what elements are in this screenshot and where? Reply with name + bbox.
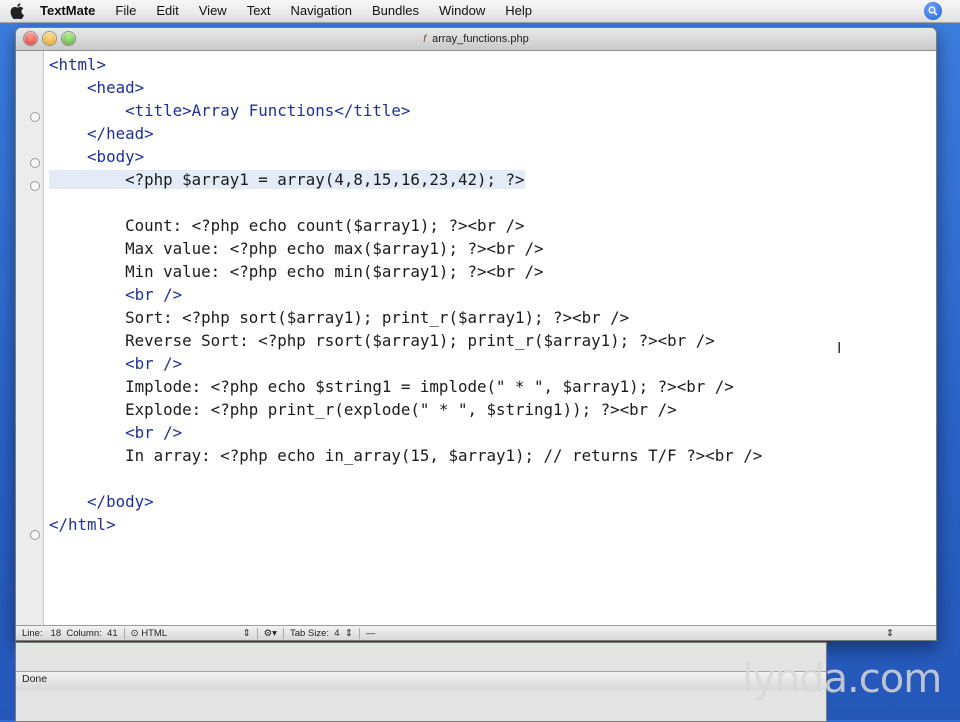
- code-line: Implode: <?php echo $string1 = implode("…: [49, 375, 734, 398]
- bundle-popup[interactable]: ⚙ ▾: [258, 628, 283, 639]
- tab-size-label: Tab Size:: [289, 628, 330, 639]
- tab-size-popup[interactable]: Tab Size: 4 ⇕: [284, 628, 359, 639]
- menu-view[interactable]: View: [189, 0, 237, 22]
- code-line-text: Implode: <?php echo $string1 = implode("…: [49, 377, 734, 396]
- fold-marker-icon[interactable]: [30, 112, 40, 122]
- lynda-logo: lynda.com: [742, 656, 942, 702]
- code-line: In array: <?php echo in_array(15, $array…: [49, 444, 762, 467]
- apple-icon[interactable]: [0, 3, 34, 19]
- code-line-text: <br />: [49, 354, 183, 373]
- titlebar[interactable]: f array_functions.php: [16, 28, 936, 51]
- code-line: Sort: <?php sort($array1); print_r($arra…: [49, 306, 629, 329]
- code-line-text: <head>: [49, 78, 145, 97]
- code-line: <?php $array1 = array(4,8,15,16,23,42); …: [49, 168, 525, 191]
- code-line: </head>: [49, 122, 154, 145]
- code-line-text: Count: <?php echo count($array1); ?><br …: [49, 216, 525, 235]
- code-line: Explode: <?php print_r(explode(" * ", $s…: [49, 398, 677, 421]
- code-line-text: <body>: [49, 147, 145, 166]
- menu-edit[interactable]: Edit: [146, 0, 188, 22]
- code-line-text: Reverse Sort: <?php rsort($array1); prin…: [49, 331, 715, 350]
- code-line: <head>: [49, 76, 144, 99]
- menu-app[interactable]: TextMate: [34, 0, 105, 22]
- code-line-text: Sort: <?php sort($array1); print_r($arra…: [49, 308, 630, 327]
- menu-window[interactable]: Window: [429, 0, 495, 22]
- column-label: Column:: [66, 628, 102, 639]
- language-popup[interactable]: ⊙ HTML ⇕: [125, 628, 257, 639]
- code-line-text: Min value: <?php echo min($array1); ?><b…: [49, 262, 544, 281]
- editor-window: f array_functions.php <html> <head> <tit…: [15, 27, 937, 641]
- gear-icon: ⚙: [263, 628, 273, 639]
- code-line: <html>: [49, 53, 106, 76]
- line-indicator[interactable]: Line: 18 Column: 41: [16, 628, 124, 639]
- code-line: Reverse Sort: <?php rsort($array1); prin…: [49, 329, 715, 352]
- spotlight-search-icon[interactable]: [924, 2, 942, 20]
- gutter: [16, 51, 44, 625]
- code-line-text: Max value: <?php echo max($array1); ?><b…: [49, 239, 544, 258]
- code-editor[interactable]: <html> <head> <title>Array Functions</ti…: [16, 51, 936, 625]
- chevron-updown-icon: ⇕: [886, 628, 894, 639]
- column-value: 41: [107, 628, 118, 639]
- code-line: Count: <?php echo count($array1); ?><br …: [49, 214, 525, 237]
- menu-bundles[interactable]: Bundles: [362, 0, 429, 22]
- code-line-text: Explode: <?php print_r(explode(" * ", $s…: [49, 400, 677, 419]
- menubar: TextMate File Edit View Text Navigation …: [0, 0, 960, 23]
- menu-navigation[interactable]: Navigation: [281, 0, 362, 22]
- code-line-text: <br />: [49, 423, 183, 442]
- symbol-popup[interactable]: — ⇕: [360, 628, 936, 639]
- code-line-text: <title>Array Functions</title>: [49, 101, 411, 120]
- code-line-text: In array: <?php echo in_array(15, $array…: [49, 446, 763, 465]
- code-line: Max value: <?php echo max($array1); ?><b…: [49, 237, 544, 260]
- code-line-text: <?php $array1 = array(4,8,15,16,23,42); …: [49, 170, 525, 189]
- menu-file[interactable]: File: [105, 0, 146, 22]
- window-title-wrap: f array_functions.php: [16, 28, 936, 50]
- load-status: Done: [22, 673, 48, 685]
- menu-help[interactable]: Help: [495, 0, 542, 22]
- code-line: </html>: [49, 513, 116, 536]
- code-line-text: <br />: [49, 285, 183, 304]
- preview-window: Done: [15, 642, 827, 722]
- code-line: </body>: [49, 490, 154, 513]
- status-bar: Line: 18 Column: 41 ⊙ HTML ⇕ ⚙ ▾ Tab Siz…: [16, 625, 936, 640]
- fold-marker-icon[interactable]: [30, 158, 40, 168]
- preview-status-bar: [16, 671, 826, 690]
- code-line: <title>Array Functions</title>: [49, 99, 410, 122]
- text-cursor-icon: I: [837, 340, 842, 357]
- code-line: <br />: [49, 421, 182, 444]
- code-line: <br />: [49, 352, 182, 375]
- gear-icon: ⊙: [130, 628, 139, 639]
- code-line-text: </head>: [49, 124, 154, 143]
- line-label: Line:: [22, 628, 43, 639]
- code-line-text: <html>: [49, 55, 107, 74]
- line-value: 18: [50, 628, 62, 639]
- language-value: HTML: [141, 628, 168, 639]
- fold-marker-icon[interactable]: [30, 181, 40, 191]
- fold-marker-icon[interactable]: [30, 530, 40, 540]
- tab-size-value: 4: [334, 628, 340, 639]
- menu-text[interactable]: Text: [237, 0, 281, 22]
- code-line: <br />: [49, 283, 182, 306]
- symbol-value: —: [365, 628, 376, 639]
- chevron-updown-icon: ⇕: [242, 628, 251, 639]
- chevron-updown-icon: ⇕: [344, 628, 353, 639]
- chevron-down-icon: ▾: [272, 628, 277, 639]
- code-line-text: </html>: [49, 515, 116, 534]
- code-line-text: </body>: [49, 492, 154, 511]
- code-line: Min value: <?php echo min($array1); ?><b…: [49, 260, 544, 283]
- php-file-icon: f: [423, 33, 427, 45]
- window-title: array_functions.php: [432, 33, 529, 45]
- code-line: <body>: [49, 145, 144, 168]
